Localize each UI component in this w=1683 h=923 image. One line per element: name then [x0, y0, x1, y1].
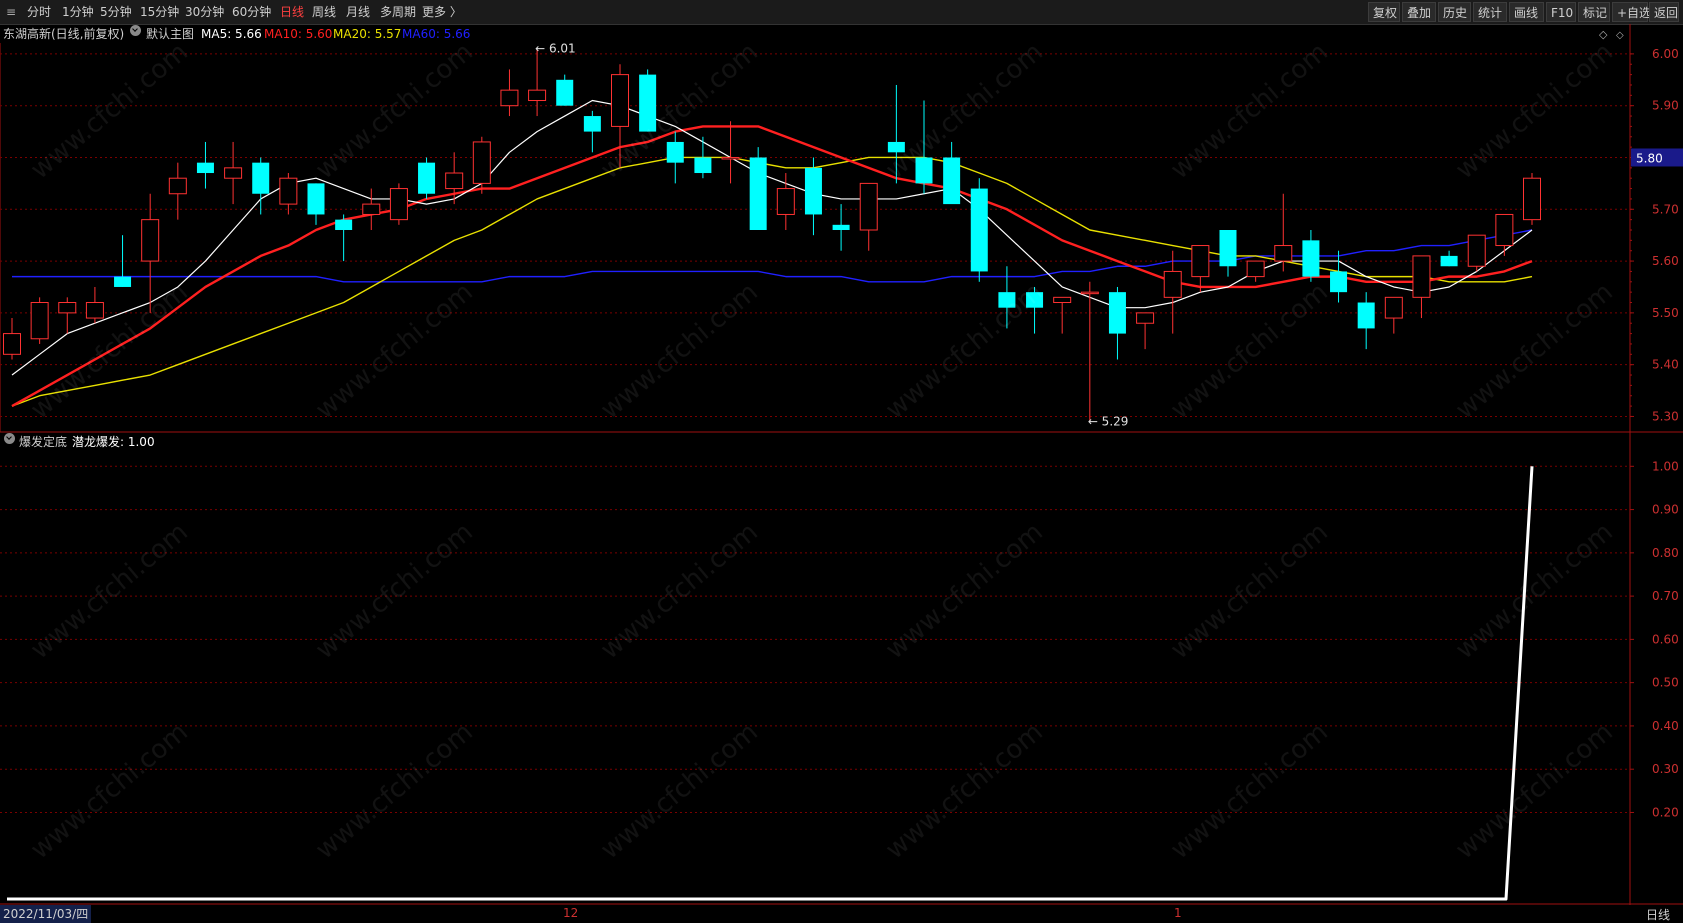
candle-body-down[interactable] — [749, 157, 767, 230]
candle-body-up[interactable] — [1523, 177, 1541, 221]
chart-area[interactable]: 6.005.905.805.705.605.505.405.305.801.00… — [0, 0, 1683, 923]
price-tick-label: 5.60 — [1652, 254, 1679, 268]
candle-body-up[interactable] — [389, 188, 408, 221]
candle-body-down[interactable] — [694, 157, 712, 174]
candle-body-up[interactable] — [1467, 234, 1486, 267]
candle-body-down[interactable] — [1330, 271, 1348, 293]
candle-body-down[interactable] — [639, 74, 657, 132]
candle-body-down[interactable] — [804, 167, 822, 215]
candle-body-down[interactable] — [998, 292, 1016, 308]
indicator-tick-label: 0.70 — [1652, 589, 1679, 603]
indicator-tick-label: 0.90 — [1652, 503, 1679, 517]
high-annotation: ← 6.01 — [535, 42, 576, 56]
candle-body-down[interactable] — [1108, 292, 1126, 334]
candle-body-down[interactable] — [1026, 292, 1044, 308]
candle-body-down[interactable] — [1357, 302, 1375, 329]
candle-body-up[interactable] — [1080, 291, 1099, 295]
indicator-tick-label: 0.50 — [1652, 676, 1679, 690]
candle-body-up[interactable] — [85, 302, 104, 319]
candle-body-down[interactable] — [583, 116, 601, 132]
indicator-tick-label: 1.00 — [1652, 459, 1679, 473]
ma5-line — [11, 99, 1533, 376]
candle-body-down[interactable] — [915, 157, 933, 184]
price-tick-label: 5.30 — [1652, 409, 1679, 423]
candle-body-down[interactable] — [887, 141, 905, 153]
candle-body-down[interactable] — [335, 219, 353, 230]
candle-body-down[interactable] — [1219, 230, 1237, 267]
candle-body-down[interactable] — [832, 224, 850, 230]
candle-body-down[interactable] — [307, 183, 325, 215]
candle-body-down[interactable] — [943, 157, 961, 205]
candle-body-down[interactable] — [1440, 255, 1458, 267]
candle-body-up[interactable] — [168, 177, 187, 195]
diamond-icon[interactable]: ◇ — [1599, 28, 1608, 41]
candle-body-down[interactable] — [556, 79, 574, 106]
cursor-date-label: 2022/11/03/四 — [0, 905, 92, 923]
candle-body-down[interactable] — [666, 141, 684, 163]
candle-body-up[interactable] — [30, 302, 49, 340]
month-label-1: 1 — [1174, 906, 1182, 920]
indicator-tick-label: 0.20 — [1652, 805, 1679, 819]
candle-body-up[interactable] — [1191, 245, 1210, 278]
indicator-tick-label: 0.60 — [1652, 632, 1679, 646]
ma20-line — [11, 156, 1533, 407]
candle-body-up[interactable] — [141, 219, 160, 262]
candle-body-up[interactable] — [1163, 270, 1182, 298]
candle-body-up[interactable] — [1136, 312, 1155, 324]
current-price-label: 5.80 — [1636, 151, 1663, 165]
candle-body-up[interactable] — [1384, 296, 1403, 319]
indicator-tick-label: 0.30 — [1652, 762, 1679, 776]
candle-body-up[interactable] — [776, 188, 795, 215]
candle-body-up[interactable] — [445, 172, 464, 190]
price-tick-label: 5.40 — [1652, 358, 1679, 372]
candle-body-up[interactable] — [224, 167, 243, 179]
candle-body-up[interactable] — [1495, 213, 1514, 247]
price-tick-label: 5.50 — [1652, 306, 1679, 320]
candle-body-up[interactable] — [1246, 260, 1265, 278]
candle-body-up[interactable] — [3, 333, 21, 355]
candle-body-up[interactable] — [611, 74, 629, 127]
price-tick-label: 5.70 — [1652, 202, 1679, 216]
candle-body-up[interactable] — [1274, 245, 1293, 262]
price-tick-label: 6.00 — [1652, 47, 1679, 61]
low-annotation: ← 5.29 — [1088, 415, 1129, 429]
settings-dot-icon[interactable]: ◇ — [1616, 30, 1624, 41]
month-label-12: 12 — [563, 906, 579, 920]
candle-body-down[interactable] — [970, 188, 988, 272]
candle-body-down[interactable] — [196, 162, 214, 174]
candle-body-down[interactable] — [114, 276, 132, 287]
candle-body-down[interactable] — [1302, 240, 1320, 277]
candle-body-up[interactable] — [859, 182, 878, 231]
date-axis: 2022/11/03/四 12 1 日线 — [0, 905, 1683, 923]
price-tick-label: 5.90 — [1652, 99, 1679, 113]
candle-body-up[interactable] — [1053, 296, 1072, 304]
candle-body-up[interactable] — [362, 203, 381, 215]
indicator-tick-label: 0.80 — [1652, 546, 1679, 560]
candle-body-down[interactable] — [252, 162, 270, 194]
candle-body-up[interactable] — [279, 177, 298, 205]
candle-body-up[interactable] — [721, 156, 740, 160]
candle-body-up[interactable] — [528, 89, 547, 102]
candle-body-down[interactable] — [418, 162, 436, 194]
candle-body-up[interactable] — [1412, 255, 1431, 298]
candle-body-up[interactable] — [58, 302, 77, 314]
indicator-tick-label: 0.40 — [1652, 719, 1679, 733]
candle-body-up[interactable] — [500, 89, 519, 107]
candle-body-up[interactable] — [472, 141, 491, 184]
period-label[interactable]: 日线 — [1646, 906, 1670, 923]
